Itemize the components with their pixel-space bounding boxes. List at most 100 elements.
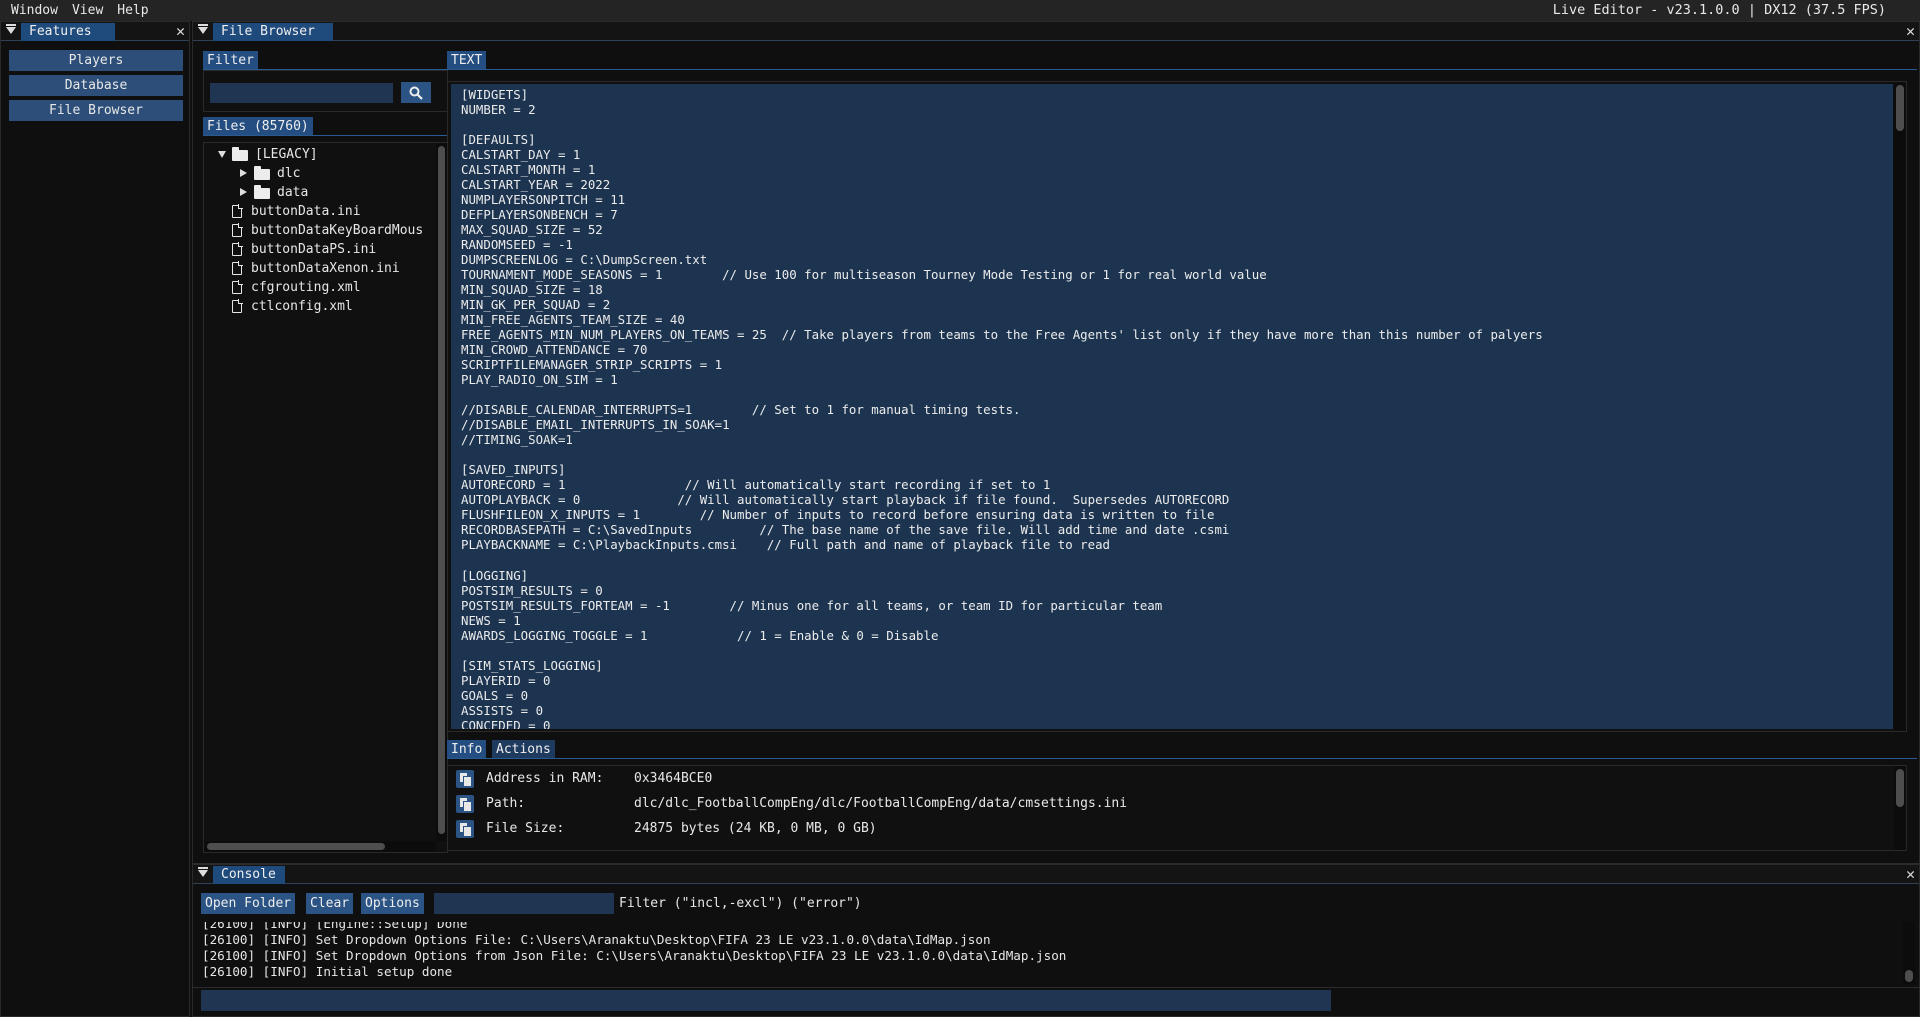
close-icon[interactable]: ✕ <box>176 22 185 41</box>
text-vscroll-thumb[interactable] <box>1896 85 1904 131</box>
search-button[interactable] <box>401 82 431 103</box>
info-value: 24875 bytes (24 KB, 0 MB, 0 GB) <box>634 821 877 836</box>
chevron-right-icon[interactable] <box>240 188 247 196</box>
features-titlebar[interactable]: Features ✕ <box>1 22 189 41</box>
tree-hscrollbar[interactable] <box>204 841 436 852</box>
text-tab-line <box>447 69 1917 70</box>
tree-label: buttonData.ini <box>251 204 361 219</box>
options-button[interactable]: Options <box>361 893 424 914</box>
menu-bar: Window View Help Live Editor - v23.1.0.0… <box>0 0 1920 21</box>
tree-folder-data[interactable]: data <box>240 183 440 202</box>
file-icon <box>232 242 243 256</box>
files-tab-line <box>203 135 448 136</box>
folder-icon <box>254 166 270 180</box>
info-label: Address in RAM: <box>486 771 604 786</box>
folder-icon <box>254 185 270 199</box>
info-size-row: File Size: 24875 bytes (24 KB, 0 MB, 0 G… <box>456 819 1656 839</box>
app-status: Live Editor - v23.1.0.0 | DX12 (37.5 FPS… <box>1552 2 1886 18</box>
file-icon <box>232 280 243 294</box>
tree-file[interactable]: cfgrouting.xml <box>232 278 432 297</box>
collapse-icon[interactable] <box>198 24 208 34</box>
folder-icon <box>232 147 248 161</box>
console-vscrollbar[interactable] <box>1903 922 1915 984</box>
info-tab[interactable]: Info <box>447 740 487 759</box>
file-browser-titlebar[interactable]: File Browser ✕ <box>193 22 1919 41</box>
log-line: [26100] [INFO] Set Dropdown Options from… <box>202 948 1067 963</box>
database-button[interactable]: Database <box>9 75 183 96</box>
tree-label: [LEGACY] <box>255 147 318 162</box>
file-icon <box>232 223 243 237</box>
tree-label: cfgrouting.xml <box>251 280 361 295</box>
text-editor[interactable]: [WIDGETS] NUMBER = 2 [DEFAULTS] CALSTART… <box>451 84 1893 729</box>
menu-view[interactable]: View <box>65 0 110 21</box>
log-line: [26100] [INFO] Set Dropdown Options File… <box>202 932 991 947</box>
open-folder-button[interactable]: Open Folder <box>201 893 296 914</box>
tree-label: dlc <box>277 166 301 181</box>
copy-icon[interactable] <box>456 795 474 813</box>
tree-file[interactable]: ctlconfig.xml <box>232 297 432 316</box>
collapse-icon[interactable] <box>6 24 16 34</box>
console-titlebar[interactable]: Console ✕ <box>193 865 1919 884</box>
info-tab-line <box>447 758 1917 759</box>
info-vscrollbar[interactable] <box>1894 766 1906 850</box>
console-tab[interactable]: Console <box>213 866 285 884</box>
file-browser-tab[interactable]: File Browser <box>213 23 333 41</box>
tree-label: buttonDataPS.ini <box>251 242 377 257</box>
info-value: 0x3464BCE0 <box>634 771 713 786</box>
tree-vscroll-thumb[interactable] <box>438 146 445 834</box>
info-label: Path: <box>486 796 526 811</box>
tree-label: data <box>277 185 309 200</box>
tree-label: ctlconfig.xml <box>251 299 353 314</box>
collapse-icon[interactable] <box>198 867 208 877</box>
close-icon[interactable]: ✕ <box>1906 22 1915 41</box>
copy-icon[interactable] <box>456 770 474 788</box>
features-tab[interactable]: Features <box>21 23 115 41</box>
tree-file[interactable]: buttonDataXenon.ini <box>232 259 432 278</box>
file-icon <box>232 299 243 313</box>
close-icon[interactable]: ✕ <box>1906 865 1915 884</box>
console-command-input[interactable] <box>201 990 1331 1011</box>
file-browser-window: File Browser ✕ Filter Files (85760) [LEG… <box>192 21 1920 864</box>
tree-vscrollbar[interactable] <box>436 143 447 841</box>
text-panel: [WIDGETS] NUMBER = 2 [DEFAULTS] CALSTART… <box>447 81 1907 732</box>
console-filter-hint: Filter ("incl,-excl") ("error") <box>619 896 862 911</box>
actions-tab[interactable]: Actions <box>492 740 555 759</box>
chevron-down-icon[interactable] <box>218 151 226 158</box>
log-line: [26100] [INFO] [Engine::Setup] Done <box>202 922 468 931</box>
menu-help[interactable]: Help <box>110 0 155 21</box>
menu-window[interactable]: Window <box>0 0 65 21</box>
tree-file[interactable]: buttonData.ini <box>232 202 432 221</box>
files-tab[interactable]: Files (85760) <box>203 117 313 136</box>
file-icon <box>232 204 243 218</box>
info-label: File Size: <box>486 821 565 836</box>
tree-hscroll-thumb[interactable] <box>207 843 385 850</box>
tree-folder-dlc[interactable]: dlc <box>240 164 440 183</box>
filter-input[interactable] <box>210 83 393 103</box>
text-content: [WIDGETS] NUMBER = 2 [DEFAULTS] CALSTART… <box>461 87 1543 729</box>
tree-file[interactable]: buttonDataPS.ini <box>232 240 432 259</box>
clear-button[interactable]: Clear <box>306 893 354 914</box>
tree-label: buttonDataKeyBoardMous <box>251 223 424 238</box>
filter-tab[interactable]: Filter <box>203 51 258 70</box>
console-log: [26100] [INFO] [Engine::Setup] Done [261… <box>193 922 1919 986</box>
log-line: [26100] [INFO] Initial setup done <box>202 964 453 979</box>
text-tab[interactable]: TEXT <box>447 51 487 70</box>
chevron-right-icon[interactable] <box>240 169 247 177</box>
tree-file[interactable]: buttonDataKeyBoardMous <box>232 221 428 240</box>
file-icon <box>232 261 243 275</box>
file-tree: [LEGACY] dlc data buttonData.ini buttonD… <box>203 142 448 853</box>
console-separator <box>193 987 1919 988</box>
info-path-row: Path: dlc/dlc_FootballCompEng/dlc/Footba… <box>456 794 1656 814</box>
file-browser-button[interactable]: File Browser <box>9 100 183 121</box>
text-vscrollbar[interactable] <box>1894 82 1906 731</box>
copy-icon[interactable] <box>456 820 474 838</box>
players-button[interactable]: Players <box>9 50 183 71</box>
filter-box <box>203 70 448 112</box>
console-vscroll-thumb[interactable] <box>1905 970 1913 982</box>
console-window: Console ✕ Open Folder Clear Options Filt… <box>192 864 1920 1017</box>
info-value: dlc/dlc_FootballCompEng/dlc/FootballComp… <box>634 796 1128 811</box>
console-filter-input[interactable] <box>434 893 614 914</box>
info-vscroll-thumb[interactable] <box>1896 769 1904 807</box>
tree-folder-legacy[interactable]: [LEGACY] <box>218 145 438 164</box>
search-icon <box>409 86 423 100</box>
